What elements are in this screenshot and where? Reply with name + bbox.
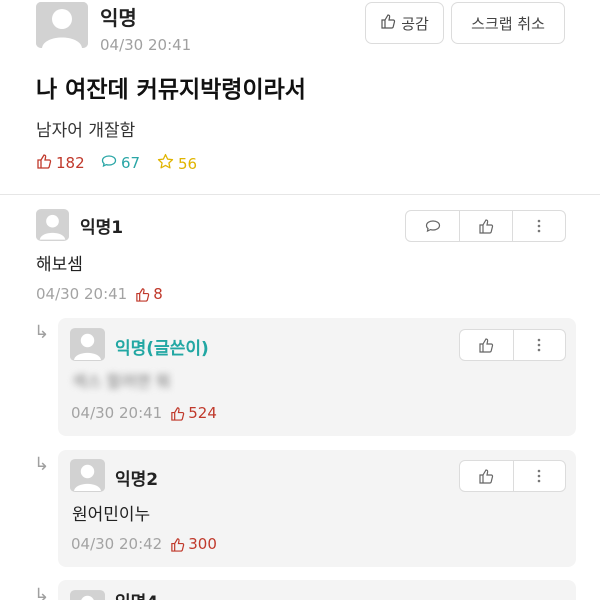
post-avatar (36, 2, 88, 48)
comment-actions (405, 210, 566, 242)
reply-author-op: 익명(글쓴이) (115, 339, 209, 359)
reply-avatar (70, 459, 105, 492)
post-like-value: 182 (56, 154, 85, 172)
reply-like-count: 300 (170, 535, 217, 553)
like-reply-button[interactable] (460, 461, 513, 491)
anonymous-avatar-icon (70, 591, 105, 600)
anonymous-avatar-icon (36, 2, 88, 48)
comment-meta: 04/30 20:41 8 (36, 285, 163, 303)
thumbs-up-icon (136, 287, 150, 302)
reply-actions (459, 329, 566, 361)
reply-time: 04/30 20:41 (71, 404, 163, 422)
more-options-button[interactable] (512, 461, 566, 491)
reply-like-count: 524 (170, 404, 217, 422)
post-time: 04/30 20:41 (100, 36, 192, 54)
comment-author: 익명1 (80, 218, 124, 238)
post-body: 남자어 개잘함 (36, 121, 136, 141)
like-post-button[interactable]: 공감 (365, 2, 444, 44)
reply-arrow-icon: ↳ (34, 322, 50, 343)
reply-body: 원어민이누 (72, 505, 151, 525)
reply-like-value: 524 (188, 404, 217, 422)
comment-body: 해보셈 (36, 255, 83, 275)
post-like-count: 182 (36, 153, 85, 173)
reply-time: 04/30 20:42 (71, 535, 163, 553)
speech-bubble-icon (101, 153, 117, 173)
reply-button[interactable] (406, 211, 459, 241)
star-icon (157, 153, 174, 174)
post-comment-value: 67 (121, 154, 141, 172)
scrap-cancel-button[interactable]: 스크랩 취소 (451, 2, 565, 44)
thumbs-up-icon (479, 469, 494, 484)
anonymous-avatar-icon (70, 460, 105, 491)
more-options-button[interactable] (512, 330, 566, 360)
speech-bubble-icon (425, 220, 440, 233)
reply-arrow-icon: ↳ (34, 454, 50, 475)
comment-time: 04/30 20:41 (36, 285, 128, 303)
comment-like-count: 8 (135, 285, 163, 303)
like-comment-button[interactable] (459, 211, 512, 241)
reply-meta: 04/30 20:42 300 (71, 535, 217, 553)
like-post-label: 공감 (401, 14, 429, 33)
thumbs-up-icon (171, 537, 185, 552)
thumbs-up-icon (171, 406, 185, 421)
more-options-button[interactable] (512, 211, 565, 241)
thumbs-up-icon (479, 338, 494, 353)
thumbs-up-icon (479, 219, 494, 234)
reply-avatar (70, 590, 105, 600)
thumbs-up-icon (36, 153, 52, 173)
post-comment-count: 67 (101, 153, 140, 173)
thumbs-up-icon (380, 13, 396, 33)
anonymous-avatar-icon (70, 329, 105, 360)
anonymous-avatar-icon (36, 210, 69, 240)
reply-author: 익명4 (115, 588, 158, 600)
like-reply-button[interactable] (460, 330, 513, 360)
more-vertical-icon (537, 469, 541, 483)
reply-actions (459, 460, 566, 492)
reply-author: 익명2 (115, 470, 159, 490)
post-scrap-value: 56 (178, 154, 198, 173)
scrap-cancel-label: 스크랩 취소 (471, 14, 545, 33)
post-scrap-count: 56 (157, 153, 197, 174)
more-vertical-icon (537, 338, 541, 352)
comment-avatar (36, 209, 69, 241)
comment-like-value: 8 (153, 285, 163, 303)
post-title: 나 여잔데 커뮤지박령이라서 (36, 77, 306, 103)
reply-meta: 04/30 20:41 524 (71, 404, 217, 422)
reply-like-value: 300 (188, 535, 217, 553)
more-vertical-icon (537, 219, 541, 233)
post-author: 익명 (100, 6, 137, 30)
reply-avatar (70, 328, 105, 361)
post-divider (0, 194, 600, 195)
reply-arrow-icon: ↳ (34, 585, 50, 600)
reply-body-blurred: 섹스 할려면 뭐 (72, 372, 171, 391)
